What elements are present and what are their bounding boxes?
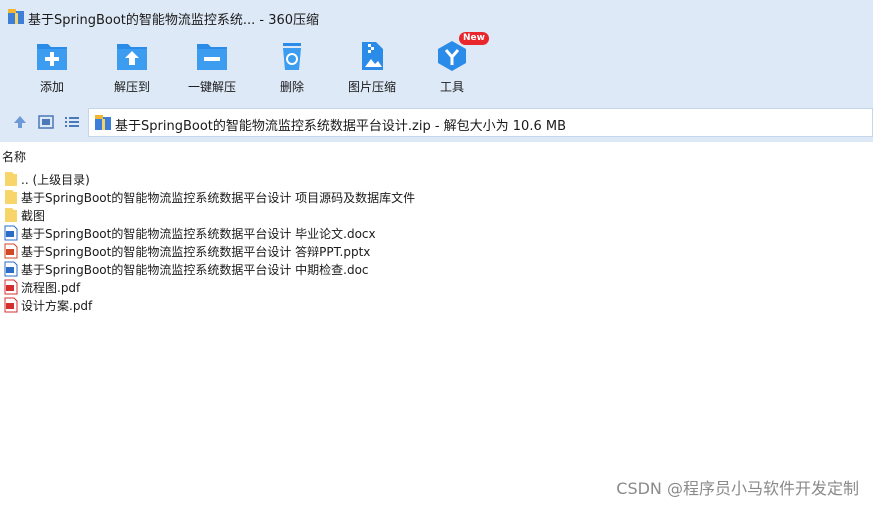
- main-toolbar: 添加 解压到 一键解压 删除 图片压缩 New 工具: [0, 32, 873, 102]
- word-file-icon: [4, 225, 18, 241]
- window-title: 基于SpringBoot的智能物流监控系统... - 360压缩: [28, 13, 320, 28]
- watermark: CSDN @程序员小马软件开发定制: [616, 479, 859, 498]
- one-click-extract-icon: [197, 44, 227, 70]
- list-item[interactable]: 基于SpringBoot的智能物流监控系统数据平台设计 毕业论文.docx: [4, 224, 415, 242]
- file-list-pane: 名称 .. (上级目录) 基于SpringBoot的智能物流监控系统数据平台设计…: [0, 142, 873, 507]
- one-click-extract-button[interactable]: 一键解压: [177, 34, 247, 100]
- list-item[interactable]: 基于SpringBoot的智能物流监控系统数据平台设计 项目源码及数据库文件: [4, 188, 415, 206]
- image-compress-button[interactable]: 图片压缩: [337, 34, 407, 100]
- list-item[interactable]: 截图: [4, 206, 415, 224]
- list-item[interactable]: 流程图.pdf: [4, 278, 415, 296]
- word-file-icon: [4, 261, 18, 277]
- file-list: .. (上级目录) 基于SpringBoot的智能物流监控系统数据平台设计 项目…: [4, 170, 415, 314]
- folder-icon: [5, 208, 17, 222]
- folder-icon: [5, 172, 17, 186]
- folder-icon: [5, 190, 17, 204]
- address-bar: 基于SpringBoot的智能物流监控系统数据平台设计.zip - 解包大小为 …: [0, 102, 873, 142]
- extract-to-button[interactable]: 解压到: [97, 34, 167, 100]
- add-folder-icon: [37, 44, 67, 70]
- name-column-header[interactable]: 名称: [2, 148, 26, 165]
- add-button[interactable]: 添加: [17, 34, 87, 100]
- pdf-file-icon: [4, 279, 18, 295]
- tools-button[interactable]: New 工具: [417, 32, 489, 100]
- image-compress-icon: [362, 42, 383, 70]
- new-badge: New: [459, 32, 489, 45]
- extract-to-label: 解压到: [113, 80, 150, 94]
- delete-button[interactable]: 删除: [257, 34, 327, 100]
- delete-icon: [283, 43, 301, 70]
- list-item[interactable]: .. (上级目录): [4, 170, 415, 188]
- tools-label: 工具: [439, 80, 464, 94]
- image-compress-label: 图片压缩: [347, 80, 396, 94]
- list-item[interactable]: 基于SpringBoot的智能物流监控系统数据平台设计 答辩PPT.pptx: [4, 242, 415, 260]
- address-field[interactable]: 基于SpringBoot的智能物流监控系统数据平台设计.zip - 解包大小为 …: [88, 108, 873, 137]
- archive-app-icon: [8, 9, 24, 24]
- up-arrow-icon[interactable]: [12, 114, 28, 130]
- extract-to-icon: [117, 44, 147, 70]
- delete-label: 删除: [279, 80, 304, 94]
- thumbnail-view-icon[interactable]: [38, 114, 54, 130]
- list-view-icon[interactable]: [64, 114, 80, 130]
- list-item[interactable]: 设计方案.pdf: [4, 296, 415, 314]
- title-bar: 基于SpringBoot的智能物流监控系统... - 360压缩: [0, 0, 873, 34]
- one-click-extract-label: 一键解压: [187, 80, 236, 94]
- archive-path: 基于SpringBoot的智能物流监控系统数据平台设计.zip - 解包大小为 …: [115, 119, 566, 134]
- ppt-file-icon: [4, 243, 18, 259]
- zip-archive-icon: [95, 115, 111, 130]
- pdf-file-icon: [4, 297, 18, 313]
- add-label: 添加: [39, 80, 64, 94]
- list-item[interactable]: 基于SpringBoot的智能物流监控系统数据平台设计 中期检查.doc: [4, 260, 415, 278]
